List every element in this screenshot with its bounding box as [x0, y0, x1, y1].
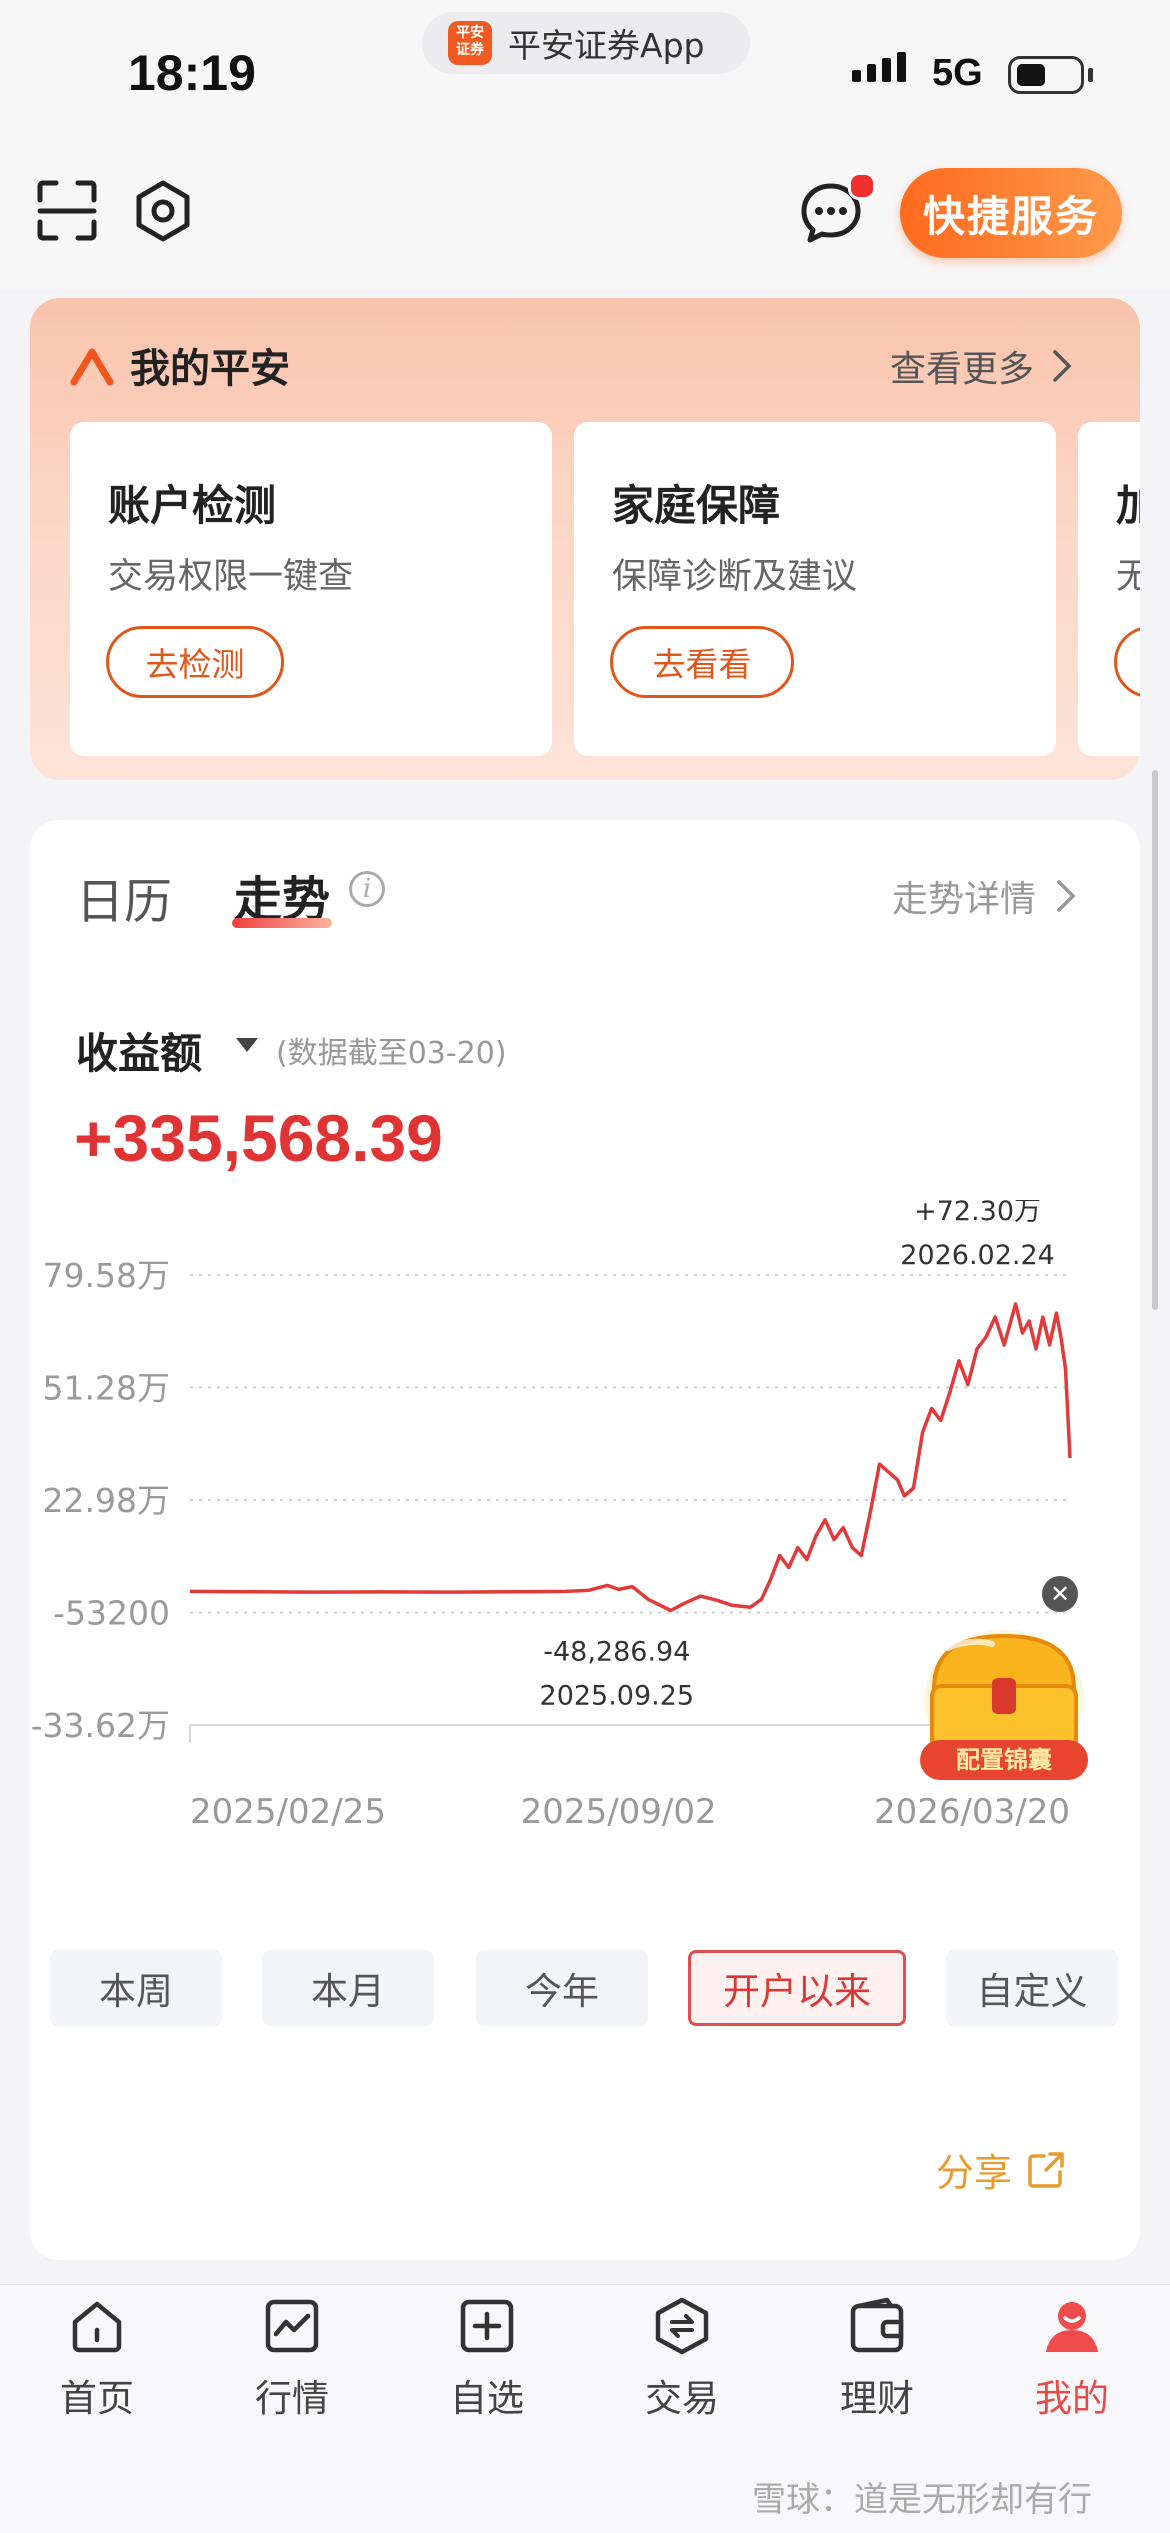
share-icon — [1028, 2151, 1064, 2188]
family-protection-card[interactable]: 家庭保障 保障诊断及建议 去看看 — [574, 422, 1056, 756]
card-title: 家庭保障 — [612, 481, 781, 530]
market-icon — [265, 2299, 319, 2353]
go-see-button[interactable]: 去看看 — [610, 626, 794, 698]
scan-icon[interactable] — [36, 180, 98, 242]
card-desc: 保障诊断及建议 — [612, 557, 858, 597]
status-time: 18:19 — [128, 45, 256, 101]
trough-value-label: -48,286.94 — [543, 1637, 690, 1668]
active-tab-indicator — [232, 918, 332, 928]
tab-calendar[interactable]: 日历 — [76, 862, 172, 932]
range-this-month[interactable]: 本月 — [262, 1950, 434, 2026]
nav-label: 我的 — [1035, 2377, 1109, 2420]
account-check-card[interactable]: 账户检测 交易权限一键查 去检测 — [70, 422, 552, 756]
nav-home[interactable]: 首页 — [22, 2296, 172, 2422]
card-title: 账户检测 — [108, 481, 277, 530]
data-as-of: (数据截至03-20) — [276, 1036, 507, 1071]
close-icon[interactable]: ✕ — [1042, 1576, 1078, 1612]
nav-watchlist[interactable]: 自选 — [412, 2296, 562, 2422]
nav-label: 交易 — [645, 2377, 719, 2420]
signal-icon — [852, 52, 906, 82]
y-tick-label: -33.62万 — [31, 1706, 170, 1745]
share-label: 分享 — [936, 2151, 1013, 2195]
go-check-button[interactable]: 去检测 — [106, 626, 284, 698]
battery-tip — [1088, 68, 1093, 82]
promo-label: 配置锦囊 — [956, 1746, 1052, 1774]
nav-label: 自选 — [450, 2377, 524, 2420]
profile-icon — [1046, 2302, 1098, 2352]
trough-date-label: 2025.09.25 — [540, 1681, 695, 1712]
trade-icon — [655, 2297, 709, 2355]
metric-selector[interactable]: 收益额 — [76, 1020, 202, 1081]
promo-treasure-chest[interactable]: 配置锦囊 — [912, 1618, 1096, 1788]
peak-value-label: +72.30万 — [914, 1200, 1041, 1227]
range-this-year[interactable]: 今年 — [476, 1950, 648, 2026]
chevron-right-icon — [1057, 880, 1076, 912]
range-custom[interactable]: 自定义 — [946, 1950, 1118, 2026]
nav-label: 理财 — [840, 2377, 914, 2420]
quick-service-button[interactable]: 快捷服务 — [900, 168, 1122, 258]
partial-card[interactable]: 加 无 — [1078, 422, 1140, 756]
view-more-link[interactable]: 查看更多 — [890, 340, 1072, 392]
return-to-app-pill[interactable]: 平安证券 平安证券App — [422, 12, 750, 74]
nav-wealth[interactable]: 理财 — [802, 2296, 952, 2422]
unread-dot — [848, 172, 876, 200]
x-tick-label: 2026/03/20 — [874, 1792, 1070, 1832]
network-type: 5G — [932, 52, 983, 94]
range-this-week[interactable]: 本周 — [50, 1950, 222, 2026]
view-more-label: 查看更多 — [890, 349, 1035, 390]
treasure-chest-icon: 配置锦囊 — [920, 1630, 1088, 1780]
dropdown-triangle-icon[interactable] — [236, 1038, 258, 1052]
trend-detail-link[interactable]: 走势详情 — [892, 870, 1076, 922]
nav-label: 行情 — [255, 2377, 329, 2420]
battery-icon — [1008, 56, 1084, 94]
x-tick-label: 2025/09/02 — [521, 1792, 717, 1832]
card-title: 加 — [1116, 481, 1140, 530]
info-icon[interactable]: i — [349, 871, 385, 907]
pingan-app-logo: 平安证券 — [448, 21, 492, 65]
partial-card-button[interactable] — [1114, 626, 1140, 698]
y-tick-label: 22.98万 — [43, 1481, 170, 1520]
app-name: 平安证券App — [508, 26, 705, 65]
range-since-opening[interactable]: 开户以来 — [688, 1950, 906, 2026]
watchlist-icon — [460, 2299, 514, 2353]
wallet-icon — [850, 2297, 904, 2353]
chevron-right-icon — [1053, 350, 1072, 382]
y-tick-label: 51.28万 — [43, 1369, 170, 1408]
x-tick-label: 2025/02/25 — [190, 1792, 386, 1832]
card-desc: 无 — [1116, 557, 1140, 597]
profit-amount: +335,568.39 — [74, 1101, 443, 1175]
my-pingan-title: 我的平安 — [130, 346, 290, 392]
peak-date-label: 2026.02.24 — [900, 1240, 1055, 1271]
trend-detail-label: 走势详情 — [892, 879, 1037, 920]
nav-market[interactable]: 行情 — [217, 2296, 367, 2422]
nav-label: 首页 — [60, 2377, 134, 2420]
profit-line — [189, 1302, 1072, 1613]
settings-icon[interactable] — [132, 180, 194, 242]
home-icon — [72, 2301, 122, 2353]
pingan-logo-icon — [70, 346, 114, 386]
card-desc: 交易权限一键查 — [108, 557, 354, 597]
y-tick-label: -53200 — [53, 1594, 170, 1633]
nav-profile[interactable]: 我的 — [997, 2296, 1147, 2422]
share-button[interactable]: 分享 — [936, 2142, 1066, 2197]
nav-trade[interactable]: 交易 — [607, 2296, 757, 2422]
y-tick-label: 79.58万 — [43, 1256, 170, 1295]
watermark: 雪球：道是无形却有行 — [752, 2480, 1092, 2520]
